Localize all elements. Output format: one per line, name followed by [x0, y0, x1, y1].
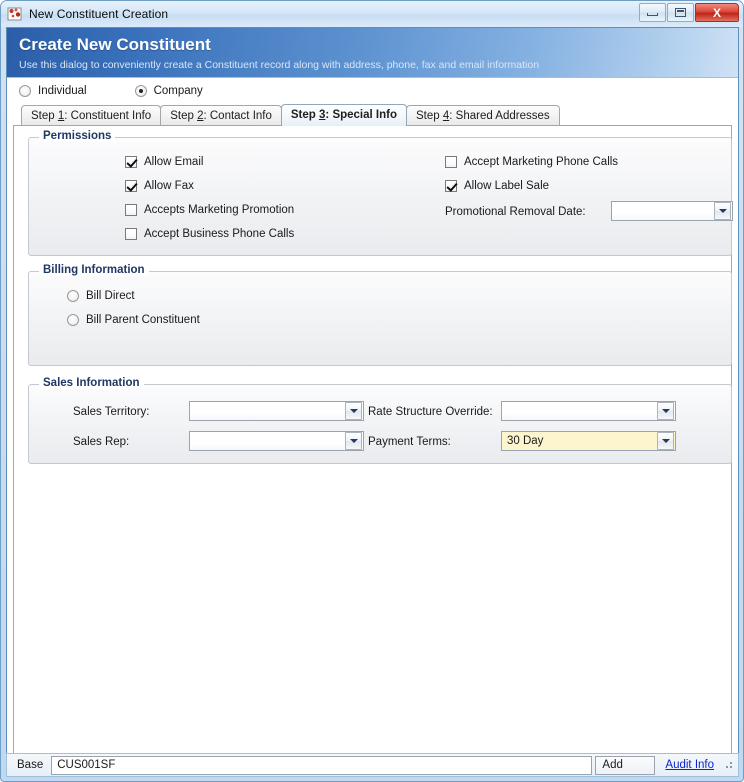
promotional-removal-date-dropdown-button[interactable] — [714, 202, 731, 220]
payment-terms-combo[interactable]: 30 Day — [501, 431, 676, 451]
accept-marketing-phone-calls-label: Accept Marketing Phone Calls — [464, 156, 619, 168]
radio-company[interactable]: Company — [134, 85, 203, 97]
radio-company-label: Company — [153, 85, 203, 97]
rate-structure-override-dropdown-button[interactable] — [657, 402, 674, 420]
radio-individual-indicator — [19, 85, 31, 97]
maximize-icon — [675, 8, 686, 17]
page-title: Create New Constituent — [19, 35, 211, 54]
radio-company-indicator — [134, 85, 147, 97]
allow-label-sale-checkbox-indicator — [445, 180, 457, 192]
checkbox-allow-email[interactable]: Allow Email — [125, 156, 203, 168]
entity-type-group: Individual Company — [7, 78, 738, 104]
resize-grip-icon[interactable] — [724, 760, 734, 770]
base-label: Base — [17, 759, 44, 771]
tab-step-3-special-info[interactable]: Step 3: Special Info — [280, 104, 407, 126]
allow-fax-checkbox-indicator — [125, 180, 137, 192]
allow-label-sale-label: Allow Label Sale — [464, 180, 550, 192]
window-title: New Constituent Creation — [29, 7, 169, 21]
billing-group-title: Billing Information — [39, 264, 149, 276]
dialog-client-area: Create New Constituent Use this dialog t… — [6, 27, 739, 772]
wizard-tabstrip: Step 1: Constituent Info Step 2: Contact… — [7, 104, 738, 126]
radio-bill-parent-constituent[interactable]: Bill Parent Constituent — [67, 314, 200, 326]
tab-step-2-contact-info[interactable]: Step 2: Contact Info — [160, 105, 282, 126]
tab-page-special-info: Permissions Allow Email Allow Fax Accept… — [13, 125, 733, 771]
base-input[interactable]: CUS001SF — [51, 755, 593, 775]
page-subtitle: Use this dialog to conveniently create a… — [19, 59, 540, 71]
bill-direct-radio-indicator — [67, 290, 79, 302]
bill-parent-constituent-radio-indicator — [67, 314, 79, 326]
sales-group-title: Sales Information — [39, 377, 144, 389]
bill-parent-constituent-label: Bill Parent Constituent — [86, 314, 200, 326]
sales-territory-combo[interactable] — [189, 401, 364, 421]
radio-individual-label: Individual — [38, 85, 87, 97]
app-icon — [7, 6, 23, 22]
tab-3-suffix: : Special Info — [325, 109, 397, 121]
add-button[interactable]: Add — [595, 755, 656, 775]
radio-bill-direct[interactable]: Bill Direct — [67, 290, 135, 302]
accept-marketing-phone-calls-checkbox-indicator — [445, 156, 457, 168]
billing-information-group: Billing Information Bill Direct Bill Par… — [28, 264, 732, 366]
allow-fax-label: Allow Fax — [144, 180, 194, 192]
close-icon: X — [712, 5, 721, 20]
accept-business-phone-calls-label: Accept Business Phone Calls — [144, 228, 295, 240]
sales-territory-label: Sales Territory: — [73, 406, 150, 418]
sales-rep-combo[interactable] — [189, 431, 364, 451]
rate-structure-override-combo[interactable] — [501, 401, 676, 421]
title-bar[interactable]: New Constituent Creation X — [1, 1, 743, 27]
tab-step-1-constituent-info[interactable]: Step 1: Constituent Info — [21, 105, 162, 126]
allow-email-checkbox-indicator — [125, 156, 137, 168]
chevron-down-icon — [349, 409, 358, 413]
bill-direct-label: Bill Direct — [86, 290, 135, 302]
rate-structure-override-label: Rate Structure Override: — [368, 406, 493, 418]
tab-step-4-shared-addresses[interactable]: Step 4: Shared Addresses — [406, 105, 560, 126]
chevron-down-icon — [661, 409, 670, 413]
tab-1-suffix: : Constituent Info — [64, 110, 152, 122]
sales-information-group: Sales Information Sales Territory: Sales… — [28, 377, 732, 464]
close-button[interactable]: X — [695, 3, 739, 22]
audit-info-link[interactable]: Audit Info — [665, 759, 714, 771]
dialog-banner: Create New Constituent Use this dialog t… — [7, 28, 738, 78]
checkbox-allow-label-sale[interactable]: Allow Label Sale — [445, 180, 549, 192]
minimize-icon — [647, 13, 658, 16]
accept-business-phone-calls-checkbox-indicator — [125, 228, 137, 240]
payment-terms-dropdown-button[interactable] — [657, 432, 674, 450]
promotional-removal-date-combo[interactable] — [611, 201, 733, 221]
base-input-value: CUS001SF — [57, 759, 116, 771]
chevron-down-icon — [349, 439, 358, 443]
allow-email-label: Allow Email — [144, 156, 204, 168]
checkbox-accept-business-phone-calls[interactable]: Accept Business Phone Calls — [125, 228, 294, 240]
minimize-button[interactable] — [639, 3, 666, 22]
chevron-down-icon — [661, 439, 670, 443]
accepts-marketing-promotion-checkbox-indicator — [125, 204, 137, 216]
payment-terms-value: 30 Day — [507, 435, 544, 447]
status-bar: Base CUS001SF Add Audit Info — [6, 753, 739, 777]
sales-rep-dropdown-button[interactable] — [345, 432, 362, 450]
permissions-group-title: Permissions — [39, 130, 116, 142]
accepts-marketing-promotion-label: Accepts Marketing Promotion — [144, 204, 295, 216]
tab-4-prefix: Step — [416, 110, 443, 122]
tab-2-suffix: : Contact Info — [203, 110, 272, 122]
tab-3-prefix: Step — [290, 109, 320, 121]
checkbox-accept-marketing-phone-calls[interactable]: Accept Marketing Phone Calls — [445, 156, 618, 168]
maximize-button[interactable] — [667, 3, 694, 22]
chevron-down-icon — [718, 209, 727, 213]
add-button-label: Add — [602, 759, 623, 771]
permissions-group: Permissions Allow Email Allow Fax Accept… — [28, 130, 733, 256]
window-controls: X — [639, 3, 739, 22]
sales-territory-dropdown-button[interactable] — [345, 402, 362, 420]
tab-2-prefix: Step — [170, 110, 198, 122]
checkbox-allow-fax[interactable]: Allow Fax — [125, 180, 194, 192]
application-window: New Constituent Creation X Create New Co… — [0, 0, 744, 782]
checkbox-accepts-marketing-promotion[interactable]: Accepts Marketing Promotion — [125, 204, 294, 216]
promotional-removal-date-label: Promotional Removal Date: — [445, 206, 586, 218]
tab-4-suffix: : Shared Addresses — [449, 110, 550, 122]
sales-rep-label: Sales Rep: — [73, 436, 130, 448]
payment-terms-label: Payment Terms: — [368, 436, 451, 448]
tab-1-prefix: Step — [31, 110, 58, 122]
radio-individual[interactable]: Individual — [19, 85, 87, 97]
